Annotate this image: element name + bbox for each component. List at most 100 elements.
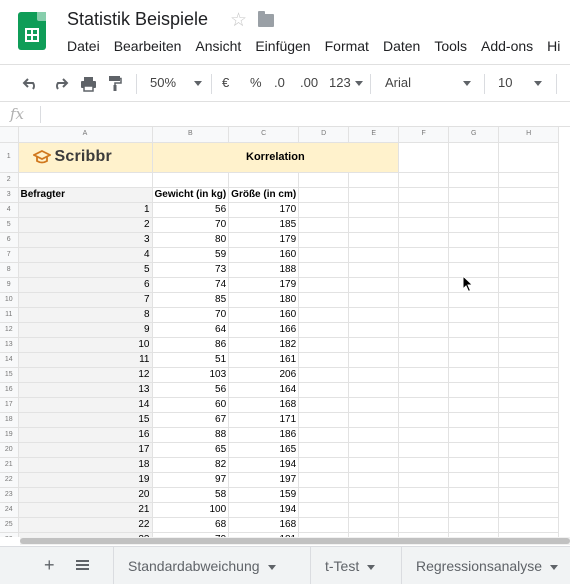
cell-respondent[interactable]: 10	[18, 337, 153, 353]
cell[interactable]	[348, 352, 400, 368]
cell-respondent[interactable]: 4	[18, 247, 153, 263]
cell[interactable]	[298, 217, 350, 233]
cell[interactable]	[448, 502, 500, 518]
row-header[interactable]: 21	[0, 457, 19, 473]
cell-weight[interactable]: 68	[152, 517, 230, 533]
cell-height[interactable]: 188	[228, 262, 300, 278]
cell[interactable]	[498, 262, 560, 278]
row-header[interactable]: 12	[0, 322, 19, 338]
cell[interactable]	[348, 202, 400, 218]
row-header[interactable]: 1	[0, 142, 19, 173]
cell[interactable]	[298, 472, 350, 488]
zoom-select[interactable]: 50%	[150, 75, 203, 90]
cell[interactable]	[448, 202, 500, 218]
cell[interactable]	[348, 487, 400, 503]
cell-height[interactable]: 160	[228, 247, 300, 263]
cell-height[interactable]: 170	[228, 202, 300, 218]
header-cell-height[interactable]: Größe (in cm)	[228, 187, 300, 203]
cell[interactable]	[298, 367, 350, 383]
column-header[interactable]: A	[18, 127, 153, 143]
cell-respondent[interactable]: 3	[18, 232, 153, 248]
cell[interactable]	[298, 292, 350, 308]
cell[interactable]	[348, 232, 400, 248]
cell[interactable]	[228, 172, 300, 188]
cell-weight[interactable]: 59	[152, 247, 230, 263]
cell-respondent[interactable]: 19	[18, 472, 153, 488]
cell-weight[interactable]: 65	[152, 442, 230, 458]
cell[interactable]	[448, 142, 500, 173]
cell[interactable]	[398, 442, 450, 458]
cell-respondent[interactable]: 5	[18, 262, 153, 278]
cell[interactable]	[348, 262, 400, 278]
cell-height[interactable]: 180	[228, 292, 300, 308]
cell[interactable]	[498, 502, 560, 518]
cell[interactable]	[498, 187, 560, 203]
sheet-grid[interactable]: A B C D E F G H 1 Scribbr Korrelation 2 …	[0, 127, 570, 537]
column-header[interactable]: C	[228, 127, 300, 143]
cell[interactable]	[498, 487, 560, 503]
logo-cell[interactable]: Scribbr	[18, 142, 153, 173]
menu-file[interactable]: Datei	[67, 38, 100, 56]
row-header[interactable]: 11	[0, 307, 19, 323]
cell[interactable]	[498, 472, 560, 488]
cell-weight[interactable]: 64	[152, 322, 230, 338]
document-title[interactable]: Statistik Beispiele	[67, 9, 208, 30]
cell[interactable]	[448, 172, 500, 188]
cell[interactable]	[498, 217, 560, 233]
cell[interactable]	[298, 187, 350, 203]
cell[interactable]	[398, 307, 450, 323]
cell[interactable]	[498, 232, 560, 248]
cell[interactable]	[498, 337, 560, 353]
cell-height[interactable]: 165	[228, 442, 300, 458]
row-header[interactable]: 18	[0, 412, 19, 428]
folder-icon[interactable]	[258, 11, 274, 27]
cell[interactable]	[298, 457, 350, 473]
cell-respondent[interactable]: 13	[18, 382, 153, 398]
cell-height[interactable]: 168	[228, 397, 300, 413]
cell[interactable]	[448, 367, 500, 383]
cell[interactable]	[398, 397, 450, 413]
row-header[interactable]: 2	[0, 172, 19, 188]
font-size-select[interactable]: 10	[498, 75, 543, 90]
menu-format[interactable]: Format	[325, 38, 369, 56]
cell-height[interactable]: 171	[228, 412, 300, 428]
cell-respondent[interactable]: 16	[18, 427, 153, 443]
cell[interactable]	[18, 172, 153, 188]
cell[interactable]	[398, 217, 450, 233]
cell[interactable]	[298, 517, 350, 533]
cell[interactable]	[448, 457, 500, 473]
cell-height[interactable]: 197	[228, 472, 300, 488]
cell[interactable]	[398, 262, 450, 278]
row-header[interactable]: 20	[0, 442, 19, 458]
cell-respondent[interactable]: 6	[18, 277, 153, 293]
menu-tools[interactable]: Tools	[434, 38, 467, 56]
cell[interactable]	[498, 202, 560, 218]
cell-height[interactable]: 164	[228, 382, 300, 398]
cell[interactable]	[298, 382, 350, 398]
formula-bar[interactable]: fx	[0, 102, 570, 127]
cell-respondent[interactable]: 2	[18, 217, 153, 233]
cell[interactable]	[348, 277, 400, 293]
cell[interactable]	[498, 172, 560, 188]
cell[interactable]	[448, 517, 500, 533]
cell[interactable]	[298, 427, 350, 443]
add-sheet-icon[interactable]: +	[44, 555, 55, 576]
cell-weight[interactable]: 86	[152, 337, 230, 353]
cell[interactable]	[152, 172, 230, 188]
cell-respondent[interactable]: 20	[18, 487, 153, 503]
menu-help[interactable]: Hi	[547, 38, 560, 56]
cell[interactable]	[348, 217, 400, 233]
row-header[interactable]: 16	[0, 382, 19, 398]
cell[interactable]	[298, 502, 350, 518]
row-header[interactable]: 6	[0, 232, 19, 248]
cell[interactable]	[398, 382, 450, 398]
cell[interactable]	[398, 517, 450, 533]
cell-weight[interactable]: 67	[152, 412, 230, 428]
cell[interactable]	[298, 307, 350, 323]
cell[interactable]	[348, 322, 400, 338]
banner-title[interactable]: Korrelation	[152, 142, 400, 173]
cell[interactable]	[448, 187, 500, 203]
cell[interactable]	[398, 202, 450, 218]
cell-weight[interactable]: 51	[152, 352, 230, 368]
cell-weight[interactable]: 70	[152, 307, 230, 323]
